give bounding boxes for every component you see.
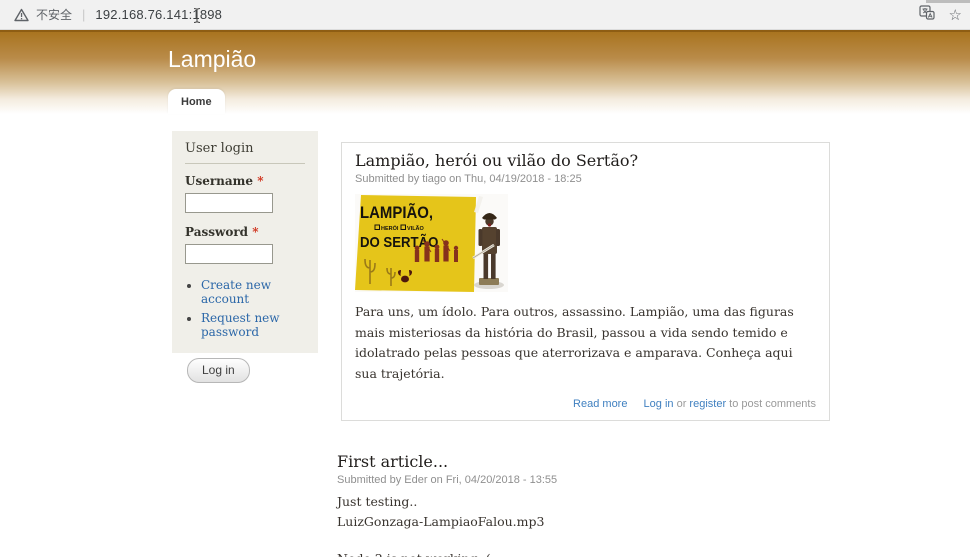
site-header: Lampião Home [0, 30, 970, 114]
tab-home-label: Home [181, 95, 212, 108]
main-content: Lampião, herói ou vilão do Sertão? Submi… [337, 142, 834, 557]
window-corner-strip [926, 0, 970, 3]
not-secure-warning-icon[interactable] [14, 8, 29, 22]
article-body-line: LuizGonzaga-LampiaoFalou.mp3 [337, 513, 545, 529]
create-new-account-link[interactable]: Create new account [201, 278, 271, 306]
login-links-list: Create new account Request new password [201, 278, 305, 339]
read-more-link[interactable]: Read more [573, 398, 627, 410]
article-body-line: Just testing.. [337, 493, 418, 509]
list-item: Request new password [201, 311, 305, 339]
user-login-block: User login Username * Password * Create … [172, 131, 318, 383]
article-title[interactable]: First article... [337, 452, 834, 471]
bookmark-star-icon[interactable]: ☆ [949, 8, 962, 23]
poster-title-line1: LAMPIÃO, [360, 201, 433, 222]
browser-address-bar[interactable]: 不安全 | 192.168.76.141:1898 ☆ [0, 0, 970, 30]
password-input[interactable] [185, 244, 273, 264]
browser-window: 不安全 | 192.168.76.141:1898 ☆ Lampião Home… [0, 0, 970, 557]
register-link[interactable]: register [689, 398, 726, 410]
url-text[interactable]: 192.168.76.141:1898 [95, 7, 222, 22]
article-teaser-lampiao: Lampião, herói ou vilão do Sertão? Submi… [341, 142, 830, 421]
poster-checkbox1-label: HERÓI [381, 224, 399, 232]
username-label: Username * [185, 174, 264, 188]
password-label: Password * [185, 225, 259, 239]
translate-icon[interactable] [918, 5, 935, 25]
article-teaser-first-article: First article... Submitted by Eder on Fr… [337, 452, 834, 557]
article-title[interactable]: Lampião, herói ou vilão do Sertão? [355, 151, 816, 170]
required-marker: * [257, 174, 264, 188]
log-in-button[interactable]: Log in [187, 358, 250, 383]
article-submitted-meta: Submitted by Eder on Fri, 04/20/2018 - 1… [337, 473, 558, 486]
security-status-label[interactable]: 不安全 [36, 6, 72, 23]
list-item: Create new account [201, 278, 305, 306]
poster-checkbox2-label: VILÃO [407, 225, 425, 232]
site-title[interactable]: Lampião [168, 46, 256, 73]
article-body: Para uns, um ídolo. Para outros, assassi… [355, 304, 794, 381]
omnibox-separator: | [82, 7, 86, 22]
username-input[interactable] [185, 193, 273, 213]
required-marker: * [252, 225, 259, 239]
login-block-title: User login [185, 141, 305, 164]
log-in-link[interactable]: Log in [644, 398, 674, 410]
request-new-password-link[interactable]: Request new password [201, 311, 280, 339]
article-body-line: Node 2 is not working :( [337, 551, 834, 557]
article-submitted-meta: Submitted by tiago on Thu, 04/19/2018 - … [355, 173, 582, 185]
text-cursor-ibeam [192, 7, 202, 29]
article-links-row: Read more Log in or register to post com… [573, 397, 816, 410]
tab-home[interactable]: Home [168, 89, 225, 114]
article-poster-image: LAMPIÃO, HERÓI VILÃO DO SERTÃO [355, 194, 508, 292]
